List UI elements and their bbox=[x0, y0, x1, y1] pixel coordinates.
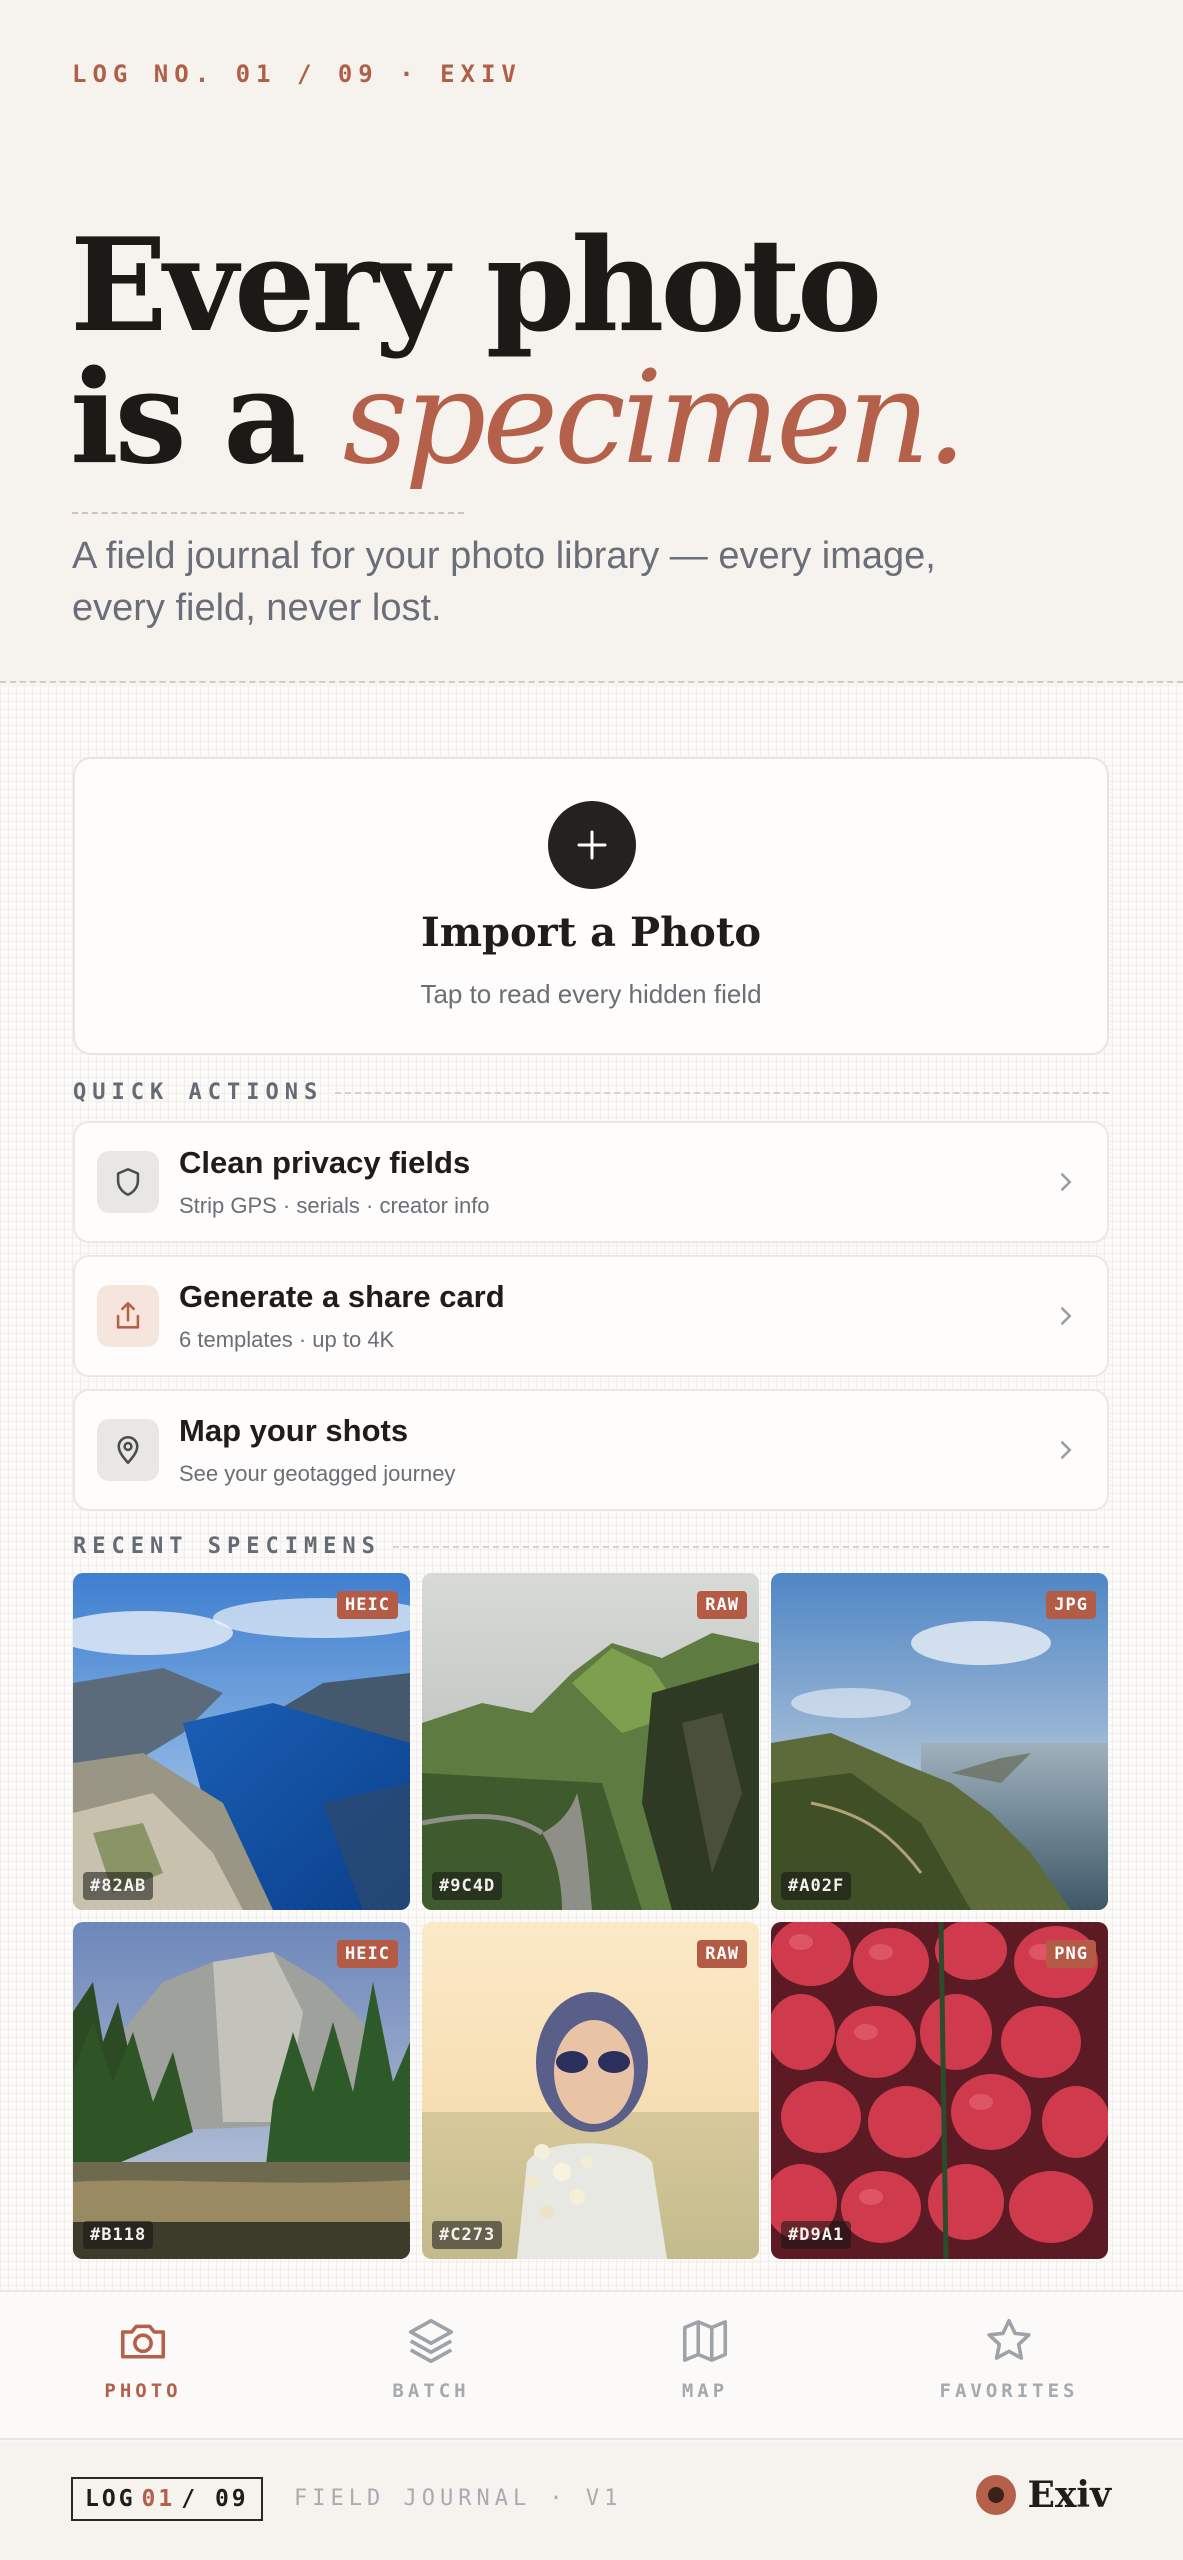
action-share-card[interactable]: Generate a share card 6 templates · up t… bbox=[73, 1255, 1109, 1377]
tab-map[interactable]: MAP bbox=[595, 2314, 815, 2402]
action-title: Generate a share card bbox=[179, 1279, 505, 1314]
action-subtitle: See your geotagged journey bbox=[179, 1461, 456, 1486]
format-badge: HEIC bbox=[337, 1940, 398, 1968]
chevron-right-icon bbox=[1061, 1173, 1072, 1191]
brand-name: Exiv bbox=[1027, 2474, 1112, 2516]
action-title: Clean privacy fields bbox=[179, 1145, 471, 1180]
log-prefix: LOG bbox=[85, 2486, 136, 2512]
recent-specimens-label: RECENT SPECIMENS bbox=[73, 1534, 381, 1559]
tab-label: PHOTO bbox=[104, 2380, 182, 2402]
log-indicator: LOG 01 / 09 bbox=[71, 2477, 263, 2521]
tab-label: BATCH bbox=[392, 2380, 470, 2402]
log-number: LOG NO. 01 / 09 · EXIV bbox=[72, 60, 522, 88]
bottom-tab-bar: PHOTO BATCH MAP FAVORITES bbox=[0, 2290, 1183, 2440]
share-icon bbox=[97, 1285, 159, 1347]
specimen-id: #D9A1 bbox=[781, 2221, 852, 2249]
hero-section: LOG NO. 01 / 09 · EXIV Every photo is a … bbox=[0, 0, 1183, 683]
action-clean-privacy[interactable]: Clean privacy fields Strip GPS · serials… bbox=[73, 1121, 1109, 1243]
format-badge: PNG bbox=[1046, 1940, 1096, 1968]
star-icon bbox=[987, 2318, 1031, 2360]
map-icon bbox=[682, 2320, 728, 2362]
layers-icon bbox=[408, 2318, 454, 2364]
brand: Exiv bbox=[975, 2474, 1112, 2516]
import-plus-button[interactable] bbox=[548, 801, 636, 889]
headline-line-2-prefix: is a bbox=[70, 343, 343, 493]
recent-specimens-header: RECENT SPECIMENS bbox=[73, 1534, 1109, 1559]
strawberries-image bbox=[771, 1922, 1108, 2259]
valley-cliffs-forest-image bbox=[73, 1922, 410, 2259]
log-total: / 09 bbox=[181, 2486, 249, 2512]
format-badge: HEIC bbox=[337, 1591, 398, 1619]
coastal-cliffs-image bbox=[771, 1573, 1108, 1910]
specimen-tile[interactable]: HEIC #82AB bbox=[73, 1573, 410, 1910]
action-subtitle: Strip GPS · serials · creator info bbox=[179, 1193, 490, 1218]
quick-actions-header: QUICK ACTIONS bbox=[73, 1080, 1109, 1105]
action-subtitle: 6 templates · up to 4K bbox=[179, 1327, 395, 1352]
tab-batch[interactable]: BATCH bbox=[321, 2314, 541, 2402]
format-badge: RAW bbox=[697, 1940, 747, 1968]
main-content: Import a Photo Tap to read every hidden … bbox=[0, 685, 1183, 2290]
chevron-right-icon bbox=[1061, 1307, 1072, 1325]
section-divider bbox=[335, 1091, 1109, 1094]
headline-line-1: Every photo bbox=[70, 211, 882, 361]
specimen-id: #82AB bbox=[83, 1872, 154, 1900]
tab-photo[interactable]: PHOTO bbox=[33, 2314, 253, 2402]
format-badge: JPG bbox=[1046, 1591, 1096, 1619]
footer: LOG 01 / 09 FIELD JOURNAL · V1 Exiv bbox=[0, 2442, 1183, 2560]
specimen-tile[interactable]: RAW #C273 bbox=[422, 1922, 759, 2259]
map-pin-icon bbox=[97, 1419, 159, 1481]
format-badge: RAW bbox=[697, 1591, 747, 1619]
page-title: Every photo is a specimen. bbox=[70, 220, 967, 485]
green-hills-road-image bbox=[422, 1573, 759, 1910]
action-title: Map your shots bbox=[179, 1413, 409, 1448]
specimen-tile[interactable]: RAW #9C4D bbox=[422, 1573, 759, 1910]
lens-logo-icon bbox=[975, 2475, 1016, 2515]
hero-subtitle: A field journal for your photo library —… bbox=[72, 535, 936, 629]
chevron-right-icon bbox=[1061, 1441, 1072, 1459]
plus-icon bbox=[577, 830, 607, 860]
camera-icon bbox=[120, 2324, 166, 2359]
headline-accent: specimen. bbox=[342, 344, 967, 493]
log-current: 01 bbox=[141, 2486, 176, 2512]
specimen-tile[interactable]: HEIC #B118 bbox=[73, 1922, 410, 2259]
quick-actions-label: QUICK ACTIONS bbox=[73, 1080, 324, 1105]
specimen-tile[interactable]: PNG #D9A1 bbox=[771, 1922, 1108, 2259]
tab-label: FAVORITES bbox=[939, 2380, 1079, 2402]
shield-icon bbox=[97, 1151, 159, 1213]
fjord-landscape-image bbox=[73, 1573, 410, 1910]
action-map-shots[interactable]: Map your shots See your geotagged journe… bbox=[73, 1389, 1109, 1511]
tab-label: MAP bbox=[681, 2380, 729, 2402]
journal-label: FIELD JOURNAL · V1 bbox=[294, 2486, 623, 2511]
hero-divider bbox=[72, 512, 464, 514]
woman-with-flowers-image bbox=[422, 1922, 759, 2259]
specimen-tile[interactable]: JPG #A02F bbox=[771, 1573, 1108, 1910]
import-title: Import a Photo bbox=[421, 909, 761, 956]
specimen-id: #B118 bbox=[83, 2221, 154, 2249]
specimen-id: #C273 bbox=[432, 2221, 503, 2249]
import-photo-card[interactable]: Import a Photo Tap to read every hidden … bbox=[73, 757, 1109, 1055]
tab-favorites[interactable]: FAVORITES bbox=[899, 2314, 1119, 2402]
import-subtitle: Tap to read every hidden field bbox=[420, 979, 762, 1009]
section-divider bbox=[392, 1545, 1109, 1548]
specimen-id: #9C4D bbox=[432, 1872, 503, 1900]
specimen-id: #A02F bbox=[781, 1872, 852, 1900]
